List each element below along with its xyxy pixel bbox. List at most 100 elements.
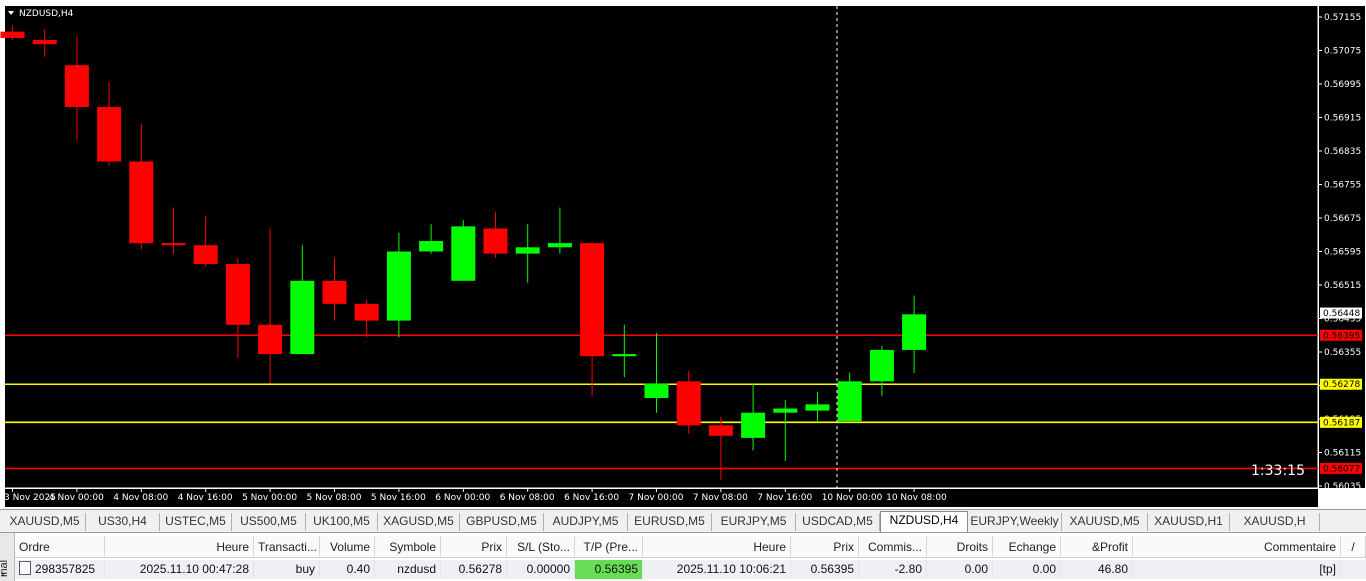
time-tick-label: 4 Nov 00:00 <box>49 493 104 503</box>
column-header-sl[interactable]: S/L (Sto... <box>507 536 575 558</box>
chart-tab-2[interactable]: USTEC,M5 <box>160 513 232 531</box>
column-header-ordre[interactable]: Ordre <box>15 536 105 558</box>
trade-cell-prix: 0.56278 <box>441 560 507 579</box>
candle-body <box>612 354 637 357</box>
price-tick-label: 0.57075 <box>1324 47 1361 57</box>
chart-tab-10[interactable]: USDCAD,M5 <box>796 513 880 531</box>
column-header-heure2[interactable]: Heure <box>643 536 791 558</box>
level-price-label: 0.56395 <box>1323 331 1360 341</box>
trade-cell-droits: 0.00 <box>927 560 993 579</box>
current-price-label: 0.56448 <box>1323 309 1360 319</box>
candle-body <box>676 381 701 426</box>
candle-body <box>837 381 862 422</box>
candle-body <box>225 264 250 325</box>
chart-tab-9[interactable]: EURJPY,M5 <box>712 513 796 531</box>
candle-body <box>161 243 186 246</box>
column-header-heure[interactable]: Heure <box>105 536 254 558</box>
chart-tab-6[interactable]: GBPUSD,M5 <box>460 513 544 531</box>
candle-body <box>419 241 444 252</box>
candle-body <box>483 228 508 254</box>
time-tick-label: 4 Nov 08:00 <box>113 493 168 503</box>
candle-body <box>580 243 605 357</box>
time-tick-label: 4 Nov 16:00 <box>178 493 233 503</box>
time-tick-label: 5 Nov 08:00 <box>307 493 362 503</box>
price-tick-label: 0.56595 <box>1324 248 1361 258</box>
chart-tab-11[interactable]: NZDUSD,H4 <box>880 511 968 532</box>
trade-cell-transaction: buy <box>254 560 320 579</box>
price-tick-label: 0.56115 <box>1324 449 1361 459</box>
time-tick-label: 5 Nov 00:00 <box>242 493 297 503</box>
candle-body <box>386 251 411 321</box>
candle-body <box>451 226 476 281</box>
candle-body <box>258 324 283 355</box>
chart-canvas[interactable]: 0.57155 0.57075 0.56995 0.56915 0.56835 0.567… <box>0 0 1366 508</box>
time-tick-label: 10 Nov 00:00 <box>822 493 883 503</box>
candle-body <box>773 408 798 413</box>
column-header-prix2[interactable]: Prix <box>791 536 859 558</box>
chart-tab-8[interactable]: EURUSD,M5 <box>628 513 712 531</box>
trade-cell-heure2: 2025.11.10 10:06:21 <box>643 560 791 579</box>
level-price-label: 0.56187 <box>1323 418 1360 428</box>
time-tick-label: 7 Nov 08:00 <box>693 493 748 503</box>
chart-tab-5[interactable]: XAGUSD,M5 <box>378 513 460 531</box>
level-price-label: 0.56077 <box>1323 464 1360 474</box>
order-number: 298357825 <box>35 562 96 576</box>
column-header-echange[interactable]: Echange <box>993 536 1061 558</box>
chart-tab-7[interactable]: AUDJPY,M5 <box>544 513 628 531</box>
column-header-volume[interactable]: Volume <box>320 536 375 558</box>
column-header-transaction[interactable]: Transacti... <box>254 536 320 558</box>
price-tick-label: 0.56835 <box>1324 147 1361 157</box>
terminal-panel: × inal Ordre 298357825 Heure 2025.11.10 00:… <box>0 533 1366 581</box>
candle-body <box>0 31 25 38</box>
column-header-tp[interactable]: T/P (Pre... <box>575 536 643 558</box>
trade-cell-commission: -2.80 <box>859 560 927 579</box>
sort-indicator-icon[interactable]: / <box>1341 536 1366 558</box>
time-tick-label: 6 Nov 00:00 <box>435 493 490 503</box>
document-icon <box>19 561 31 575</box>
candle-body <box>290 280 315 355</box>
candle-body <box>547 243 572 248</box>
column-header-prix[interactable]: Prix <box>441 536 507 558</box>
chart-tab-12[interactable]: EURJPY,Weekly <box>968 513 1062 531</box>
chart-symbol-label: NZDUSD,H4 <box>19 9 74 19</box>
column-header-droits[interactable]: Droits <box>927 536 993 558</box>
candle-body <box>64 65 89 108</box>
level-price-label: 0.56278 <box>1323 380 1360 390</box>
trade-cell-sl: 0.00000 <box>507 560 575 579</box>
candle-body <box>869 349 894 382</box>
trade-cell-tp: 0.56395 <box>575 560 643 579</box>
chart-tab-4[interactable]: UK100,M5 <box>306 513 378 531</box>
chart-tab-15[interactable]: XAUUSD,H <box>1230 513 1320 531</box>
trade-cell-prix2: 0.56395 <box>791 560 859 579</box>
trade-cell-heure: 2025.11.10 00:47:28 <box>105 560 254 579</box>
column-header-commentaire[interactable]: Commentaire <box>1133 536 1341 558</box>
terminal-side-label: × inal <box>0 533 15 581</box>
time-tick-label: 5 Nov 16:00 <box>371 493 426 503</box>
time-tick-label: 7 Nov 00:00 <box>629 493 684 503</box>
candle-body <box>97 107 122 162</box>
column-header-profit[interactable]: &Profit <box>1061 536 1133 558</box>
chart-tab-14[interactable]: XAUUSD,H1 <box>1148 513 1230 531</box>
candle-body <box>805 404 830 411</box>
price-chart[interactable]: 0.57155 0.57075 0.56995 0.56915 0.56835 0.567… <box>0 0 1366 508</box>
column-header-symbole[interactable]: Symbole <box>375 536 441 558</box>
price-tick-label: 0.56995 <box>1324 80 1361 90</box>
trade-cell-profit: 46.80 <box>1061 560 1133 579</box>
price-tick-label: 0.56755 <box>1324 181 1361 191</box>
trade-cell-commentaire: [tp] <box>1133 560 1341 579</box>
candle-body <box>644 383 669 399</box>
candle-body <box>708 425 733 436</box>
candle-body <box>32 40 57 45</box>
chart-tab-13[interactable]: XAUUSD,M5 <box>1062 513 1148 531</box>
chart-tab-0[interactable]: XAUUSD,M5 <box>4 513 86 531</box>
column-header-commission[interactable]: Commis... <box>859 536 927 558</box>
time-tick-label: 10 Nov 08:00 <box>886 493 947 503</box>
bar-countdown-timer: 1:33:15 <box>1251 463 1305 479</box>
candle-body <box>741 412 766 438</box>
price-tick-label: 0.56915 <box>1324 114 1361 124</box>
price-tick-label: 0.56675 <box>1324 214 1361 224</box>
price-tick-label: 0.56035 <box>1324 482 1361 492</box>
chart-tab-3[interactable]: US500,M5 <box>232 513 306 531</box>
trade-cell-symbole: nzdusd <box>375 560 441 579</box>
chart-tab-1[interactable]: US30,H4 <box>86 513 160 531</box>
